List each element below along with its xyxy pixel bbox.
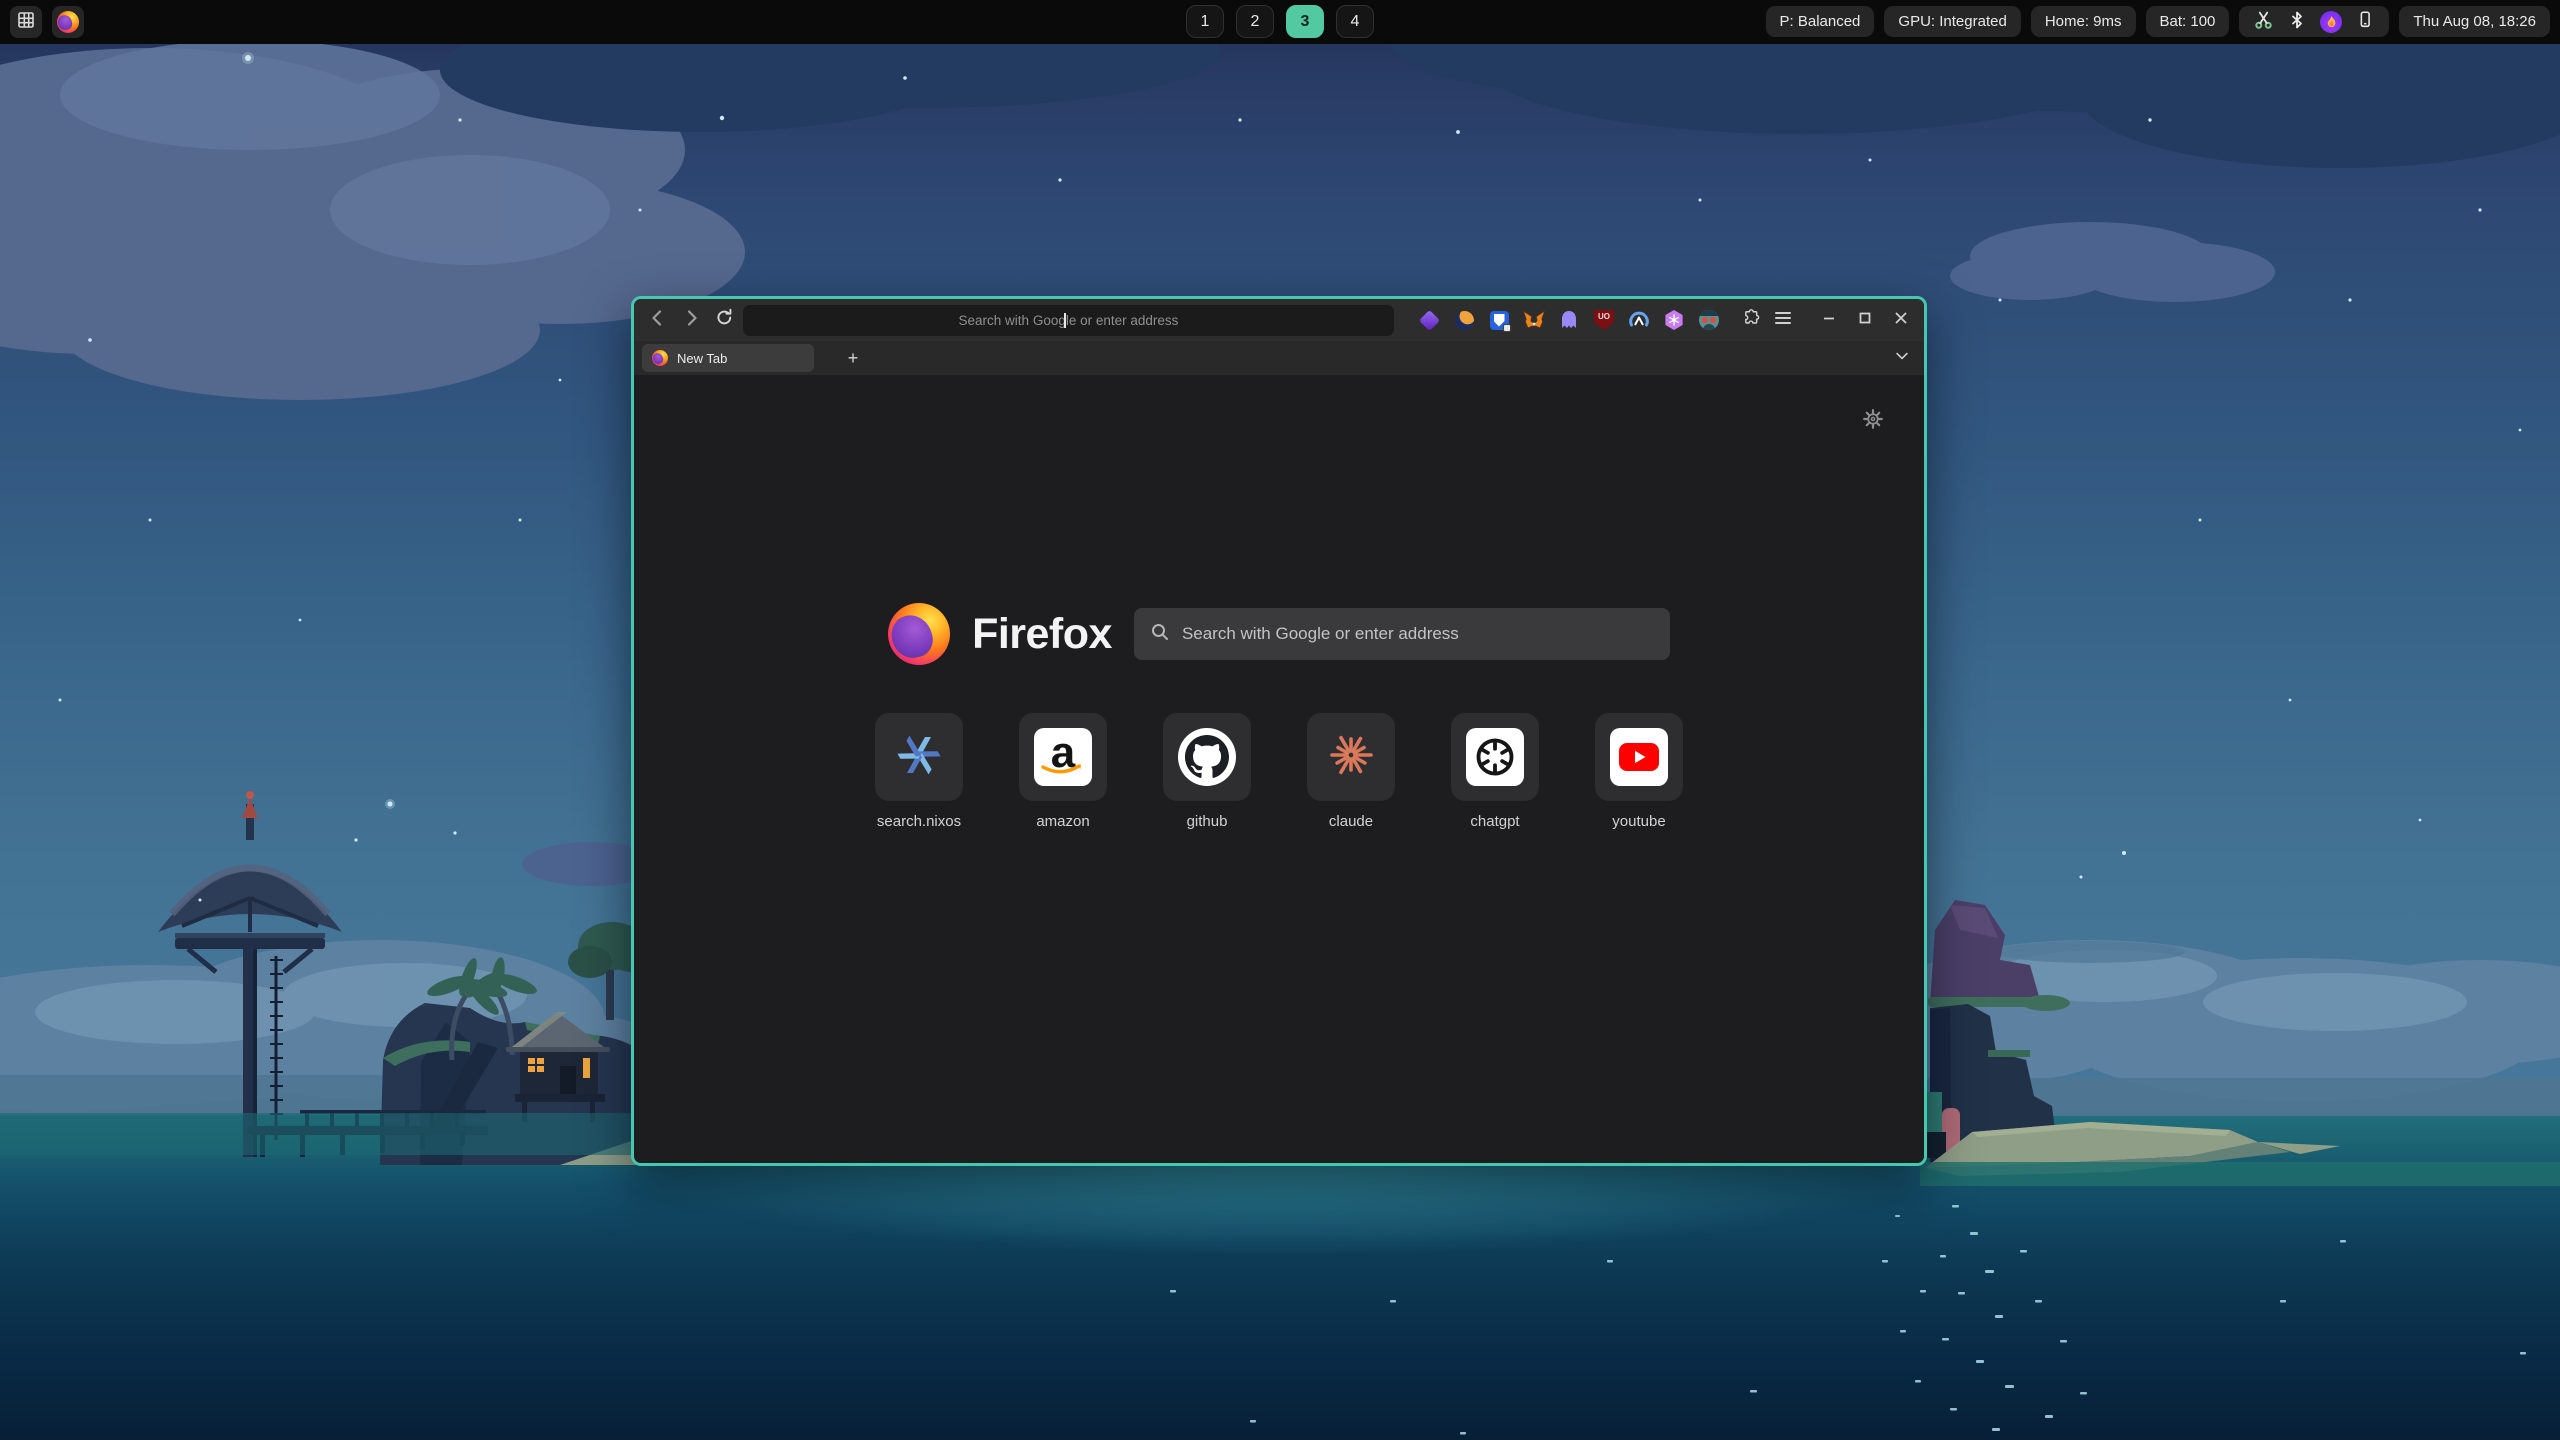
firefox-icon: [57, 11, 79, 33]
firefox-logo: [888, 603, 950, 665]
url-placeholder: Search with Google or enter address: [959, 313, 1179, 328]
close-icon: [1893, 310, 1909, 331]
newtab-search-placeholder: Search with Google or enter address: [1182, 624, 1459, 644]
list-all-tabs-button[interactable]: [1890, 346, 1914, 370]
snowflake-extension-icon[interactable]: [1663, 309, 1685, 331]
puzzle-piece-icon: [1740, 308, 1760, 333]
status-bar: 1 2 3 4 P: Balanced GPU: Integrated Home…: [0, 0, 2560, 44]
workspace-4[interactable]: 4: [1336, 5, 1374, 38]
shortcut-amazon[interactable]: a amazon: [998, 713, 1128, 830]
maximize-button[interactable]: [1852, 307, 1878, 333]
shortcut-chatgpt[interactable]: chatgpt: [1430, 713, 1560, 830]
tab-bar: New Tab +: [634, 341, 1924, 375]
obsidian-extension-icon[interactable]: [1418, 309, 1440, 331]
search-icon: [1150, 622, 1170, 647]
firefox-wordmark: Firefox: [972, 610, 1112, 659]
window-controls: [1816, 307, 1914, 333]
url-bar[interactable]: Search with Google or enter address: [743, 305, 1394, 336]
app-grid-icon: [16, 10, 36, 35]
navigation-toolbar: Search with Google or enter address UO: [634, 299, 1924, 341]
bluetooth-icon[interactable]: [2287, 10, 2307, 34]
crescent-orb-extension-icon[interactable]: [1453, 309, 1475, 331]
shortcut-claude[interactable]: claude: [1286, 713, 1416, 830]
openai-knot-icon: [1466, 728, 1524, 786]
system-tray: [2239, 6, 2389, 37]
amazon-icon: a: [1034, 728, 1092, 786]
tab-title: New Tab: [677, 351, 727, 366]
phone-icon[interactable]: [2355, 9, 2375, 34]
firefox-window: Search with Google or enter address UO: [631, 296, 1927, 1166]
shortcut-github[interactable]: github: [1142, 713, 1272, 830]
flameshot-icon[interactable]: [2320, 11, 2342, 33]
scissors-icon[interactable]: [2253, 9, 2274, 34]
reload-button[interactable]: [708, 303, 741, 337]
firefox-launcher-button[interactable]: [52, 6, 84, 38]
workspace-3-active[interactable]: 3: [1286, 5, 1324, 38]
app-menu-button[interactable]: [1767, 303, 1800, 337]
ublock-origin-extension-icon[interactable]: UO: [1593, 309, 1615, 331]
back-icon: [647, 307, 669, 334]
new-tab-page: Firefox Search with Google or enter addr…: [634, 375, 1924, 1163]
nixos-snowflake-icon: [895, 731, 943, 784]
app-launcher-button[interactable]: [10, 6, 42, 38]
bitwarden-extension-icon[interactable]: [1488, 309, 1510, 331]
tab-new-tab[interactable]: New Tab: [642, 344, 814, 372]
gear-icon: [1862, 417, 1884, 434]
close-button[interactable]: [1888, 307, 1914, 333]
youtube-play-icon: [1610, 728, 1668, 786]
minimize-icon: [1821, 310, 1837, 331]
ping-pill[interactable]: Home: 9ms: [2031, 6, 2136, 37]
extensions-button[interactable]: [1734, 303, 1767, 337]
battery-pill[interactable]: Bat: 100: [2146, 6, 2230, 37]
gpu-pill[interactable]: GPU: Integrated: [1884, 6, 2020, 37]
chevron-down-icon: [1893, 347, 1911, 370]
text-caret: [1064, 313, 1066, 328]
workspace-2[interactable]: 2: [1236, 5, 1274, 38]
forward-icon: [680, 307, 702, 334]
ghostery-ghost-extension-icon[interactable]: [1558, 309, 1580, 331]
spy-agent-extension-icon[interactable]: [1698, 309, 1720, 331]
extension-toolbar: UO: [1418, 309, 1720, 331]
personalize-button[interactable]: [1862, 408, 1884, 435]
new-tab-button[interactable]: +: [840, 345, 866, 371]
shortcut-tiles: search.nixos a amazon: [634, 713, 1924, 830]
forward-button[interactable]: [675, 303, 708, 337]
workspace-1[interactable]: 1: [1186, 5, 1224, 38]
workspace-switcher: 1 2 3 4: [1186, 5, 1374, 38]
back-button[interactable]: [642, 303, 675, 337]
nordvpn-extension-icon[interactable]: [1628, 309, 1650, 331]
hamburger-menu-icon: [1774, 310, 1792, 331]
github-octocat-icon: [1178, 728, 1236, 786]
maximize-icon: [1857, 310, 1873, 331]
clock-pill[interactable]: Thu Aug 08, 18:26: [2399, 6, 2550, 37]
reload-icon: [714, 307, 735, 333]
newtab-search-input[interactable]: Search with Google or enter address: [1134, 608, 1670, 660]
shortcut-youtube[interactable]: youtube: [1574, 713, 1704, 830]
minimize-button[interactable]: [1816, 307, 1842, 333]
shortcut-search-nixos[interactable]: search.nixos: [854, 713, 984, 830]
metamask-fox-extension-icon[interactable]: [1523, 309, 1545, 331]
claude-starburst-icon: [1329, 733, 1373, 782]
firefox-favicon: [652, 350, 668, 366]
power-profile-pill[interactable]: P: Balanced: [1766, 6, 1875, 37]
